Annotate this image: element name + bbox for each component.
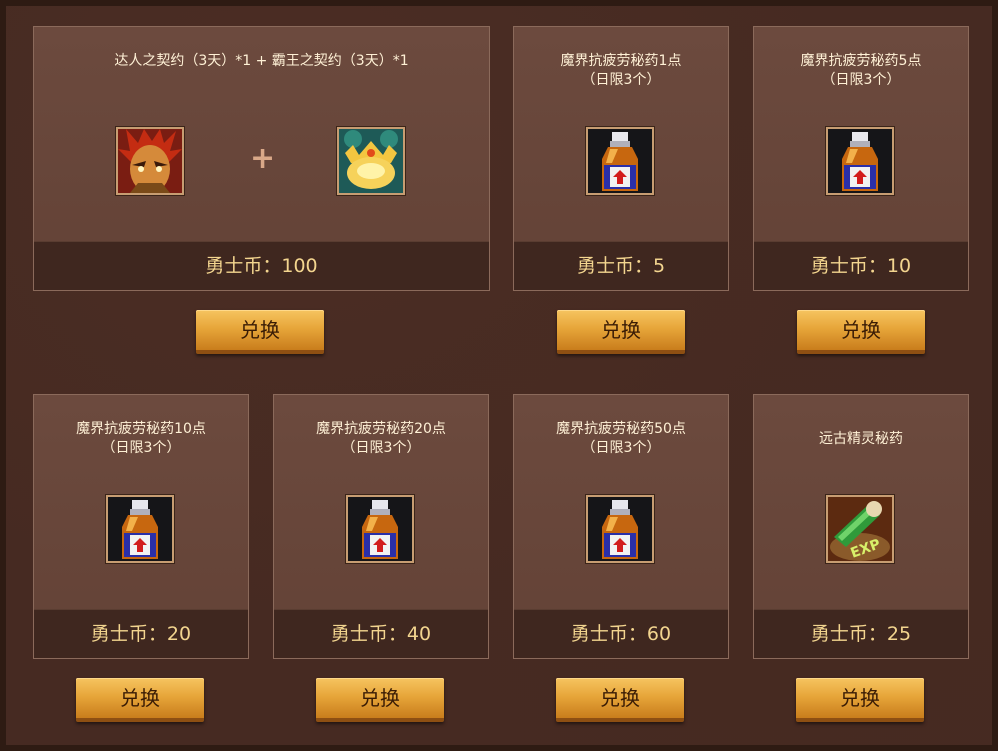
item-title: 魔界抗疲劳秘药50点 （日限3个） — [556, 421, 686, 456]
warrior-portrait-icon — [116, 127, 184, 195]
item-price: 勇士币：10 — [754, 241, 968, 290]
item-title: 达人之契约（3天）*1 + 霸王之契约（3天）*1 — [114, 53, 409, 69]
item-title: 远古精灵秘药 — [819, 431, 903, 447]
item-title: 魔界抗疲劳秘药10点 （日限3个） — [76, 421, 206, 456]
potion-bottle-icon — [586, 127, 654, 195]
golden-crown-icon — [337, 127, 405, 195]
exchange-button[interactable]: 兑换 — [76, 678, 204, 722]
item-card-potion-50: 魔界抗疲劳秘药50点 （日限3个） 勇士币：60 — [513, 394, 729, 659]
potion-bottle-icon — [346, 495, 414, 563]
item-card-ancient-elf-potion: 远古精灵秘药 EXP 勇士币：25 — [753, 394, 969, 659]
exchange-button[interactable]: 兑换 — [316, 678, 444, 722]
item-card-potion-5: 魔界抗疲劳秘药5点 （日限3个） 勇士币：10 — [753, 26, 969, 291]
item-card-contract-bundle: 达人之契约（3天）*1 + 霸王之契约（3天）*1 + 勇士币：100 — [33, 26, 490, 291]
item-title: 魔界抗疲劳秘药1点 （日限3个） — [560, 53, 682, 88]
item-card-potion-1: 魔界抗疲劳秘药1点 （日限3个） 勇士币：5 — [513, 26, 729, 291]
exp-scroll-icon: EXP — [826, 495, 894, 563]
item-price: 勇士币：100 — [34, 241, 489, 290]
item-price: 勇士币：60 — [514, 609, 728, 658]
item-title: 魔界抗疲劳秘药5点 （日限3个） — [800, 53, 922, 88]
plus-icon: + — [250, 141, 276, 176]
potion-bottle-icon — [106, 495, 174, 563]
item-price: 勇士币：5 — [514, 241, 728, 290]
exchange-button[interactable]: 兑换 — [796, 678, 924, 722]
exchange-button[interactable]: 兑换 — [196, 310, 324, 354]
item-card-potion-10: 魔界抗疲劳秘药10点 （日限3个） 勇士币：20 — [33, 394, 249, 659]
exchange-button[interactable]: 兑换 — [797, 310, 925, 354]
exchange-button[interactable]: 兑换 — [556, 678, 684, 722]
item-price: 勇士币：25 — [754, 609, 968, 658]
item-title: 魔界抗疲劳秘药20点 （日限3个） — [316, 421, 446, 456]
potion-bottle-icon — [826, 127, 894, 195]
item-price: 勇士币：40 — [274, 609, 488, 658]
item-card-potion-20: 魔界抗疲劳秘药20点 （日限3个） 勇士币：40 — [273, 394, 489, 659]
exchange-button[interactable]: 兑换 — [557, 310, 685, 354]
potion-bottle-icon — [586, 495, 654, 563]
shop-panel: 达人之契约（3天）*1 + 霸王之契约（3天）*1 + 勇士币：100 魔界抗疲… — [0, 0, 998, 751]
item-price: 勇士币：20 — [34, 609, 248, 658]
